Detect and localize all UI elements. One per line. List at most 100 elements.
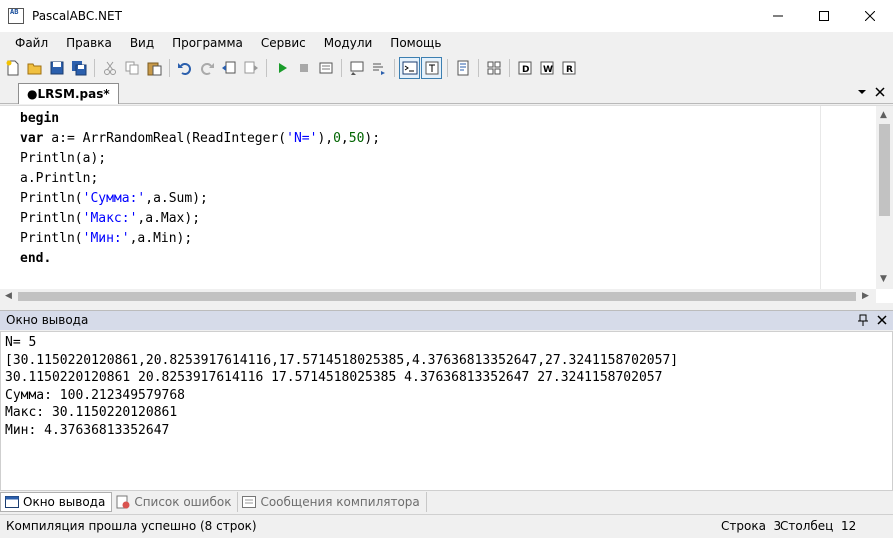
open-button[interactable]: [24, 57, 45, 79]
text-mode-toggle[interactable]: [421, 57, 442, 79]
code-line[interactable]: Println('Макс:',a.Max);: [20, 209, 380, 229]
tab-output-window[interactable]: Окно вывода: [0, 492, 113, 512]
close-tab-button[interactable]: [875, 86, 885, 100]
paste-icon: [147, 62, 161, 76]
output-window-toggle[interactable]: [399, 57, 420, 79]
undo-icon: [177, 63, 191, 75]
code-line[interactable]: a.Println;: [20, 169, 380, 189]
status-bar: Компиляция прошла успешно (8 строк) Стро…: [0, 514, 893, 538]
menu-edit[interactable]: Правка: [57, 32, 121, 54]
undo-button[interactable]: [174, 57, 195, 79]
output-line: Сумма: 100.212349579768: [5, 387, 186, 403]
debug-step-button[interactable]: [346, 57, 367, 79]
debug-icon-2: W: [540, 61, 553, 75]
new-file-button[interactable]: [2, 57, 23, 79]
output-line: Мин: 4.37636813352647: [5, 422, 170, 438]
chevron-down-icon: [858, 90, 866, 94]
code-line[interactable]: Println(a);: [20, 149, 380, 169]
scroll-right-icon[interactable]: ▶: [862, 291, 869, 301]
run-button[interactable]: [271, 57, 292, 79]
save-all-icon: [71, 61, 86, 76]
menu-service[interactable]: Сервис: [252, 32, 315, 54]
save-button[interactable]: [46, 57, 67, 79]
format-button[interactable]: [452, 57, 473, 79]
menu-program[interactable]: Программа: [163, 32, 252, 54]
menu-help[interactable]: Помощь: [381, 32, 450, 54]
horizontal-scrollbar[interactable]: ◀ ▶: [0, 289, 876, 304]
tab-error-list[interactable]: Список ошибок: [112, 492, 239, 512]
form-designer-button[interactable]: [483, 57, 504, 79]
code-token: Println(: [20, 231, 83, 246]
code-token: 0: [333, 131, 341, 146]
scroll-up-icon[interactable]: ▲: [880, 110, 887, 120]
code-token: Println(: [20, 211, 83, 226]
output-line: [30.1150220120861,20.8253917614116,17.57…: [5, 352, 679, 368]
scroll-left-icon[interactable]: ◀: [5, 291, 12, 301]
stop-icon: [299, 64, 308, 72]
code-token: a:= ArrRandomReal(ReadInteger(: [43, 131, 287, 146]
debug-button-1[interactable]: D: [514, 57, 535, 79]
editor-gutter: [0, 106, 18, 289]
output-window[interactable]: N= 5 [30.1150220120861,20.8253917614116,…: [0, 331, 893, 491]
code-token: Println(a);: [20, 151, 107, 166]
tab-compiler-messages[interactable]: Сообщения компилятора: [238, 492, 427, 512]
save-all-button[interactable]: [68, 57, 89, 79]
code-line[interactable]: Println('Сумма:',a.Sum);: [20, 189, 380, 209]
navigate-forward-button[interactable]: [240, 57, 261, 79]
tab-compiler-messages-label: Сообщения компилятора: [260, 495, 420, 509]
tab-list-button[interactable]: [857, 86, 867, 100]
compiler-messages-icon: [242, 496, 257, 508]
menu-view[interactable]: Вид: [121, 32, 163, 54]
menu-modules[interactable]: Модули: [315, 32, 382, 54]
minimize-button[interactable]: [755, 0, 801, 32]
debug-icon-1: D: [518, 61, 531, 75]
code-token: ),: [317, 131, 334, 146]
debug-button-2[interactable]: W: [536, 57, 557, 79]
redo-button[interactable]: [196, 57, 217, 79]
compile-icon: [319, 62, 332, 74]
stop-button[interactable]: [293, 57, 314, 79]
vertical-scroll-thumb[interactable]: [879, 124, 890, 216]
code-token: end.: [20, 251, 52, 266]
redo-icon: [200, 63, 214, 75]
navigate-back-icon: [221, 61, 235, 74]
menu-file[interactable]: Файл: [6, 32, 57, 54]
code-line[interactable]: Println('Мин:',a.Min);: [20, 229, 380, 249]
compile-button[interactable]: [315, 57, 336, 79]
output-panel-header: Окно вывода: [0, 310, 893, 330]
vertical-scrollbar[interactable]: ▲ ▼: [876, 106, 893, 289]
maximize-button[interactable]: [801, 0, 847, 32]
scroll-down-icon[interactable]: ▼: [880, 274, 887, 284]
step-over-icon: [372, 63, 385, 75]
pin-panel-button[interactable]: [858, 314, 868, 329]
horizontal-scroll-thumb[interactable]: [18, 292, 856, 301]
paste-button[interactable]: [143, 57, 164, 79]
close-icon: [877, 315, 887, 325]
run-icon: [278, 63, 287, 73]
cut-button[interactable]: [99, 57, 120, 79]
code-line[interactable]: end.: [20, 249, 380, 269]
maximize-icon: [819, 11, 829, 21]
close-output-panel-button[interactable]: [877, 314, 887, 328]
code-line[interactable]: var a:= ArrRandomReal(ReadInteger('N='),…: [20, 129, 380, 149]
toolbar-separator: [447, 59, 448, 77]
code-token: begin: [20, 111, 60, 126]
code-editor[interactable]: begin var a:= ArrRandomReal(ReadInteger('…: [0, 105, 893, 304]
step-over-button[interactable]: [368, 57, 389, 79]
form-designer-icon: [487, 61, 500, 75]
open-folder-icon: [27, 63, 41, 75]
text-mode-icon: [425, 61, 438, 75]
output-text: N= 5 [30.1150220120861,20.8253917614116,…: [5, 334, 678, 439]
debug-button-3[interactable]: R: [558, 57, 579, 79]
close-window-button[interactable]: [847, 0, 893, 32]
copy-button[interactable]: [121, 57, 142, 79]
code-line[interactable]: begin: [20, 109, 380, 129]
toolbar-separator: [341, 59, 342, 77]
code-token: ,: [340, 131, 349, 146]
code-text[interactable]: begin var a:= ArrRandomReal(ReadInteger('…: [20, 109, 380, 269]
editor-tab-file[interactable]: ●LRSM.pas*: [18, 83, 119, 104]
navigate-back-button[interactable]: [218, 57, 239, 79]
toolbar-separator: [478, 59, 479, 77]
status-row-number: Строка 3: [721, 519, 782, 533]
output-window-icon: [402, 61, 417, 75]
